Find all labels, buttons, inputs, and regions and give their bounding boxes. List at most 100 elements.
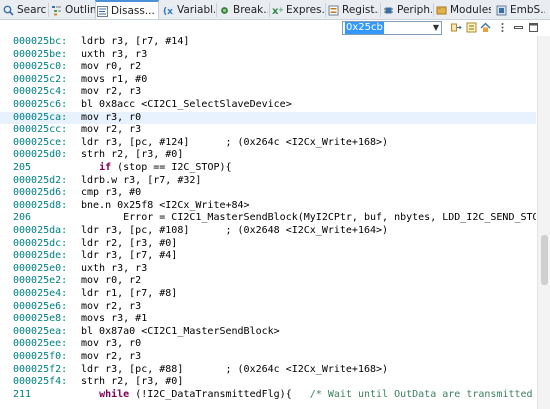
instruction-text: bl 0x87a0 <CI2C1_MasterSendBlock> [81, 325, 280, 337]
source-indent [81, 389, 99, 400]
instruction-row[interactable]: 000025e4: ldr r1, [r7, #8] [0, 288, 536, 300]
link-icon [451, 23, 462, 31]
instruction-text: mov r2, r3 [81, 351, 142, 362]
instruction-address: 000025e0: [13, 262, 68, 274]
instruction-text: mov r3, r0 [81, 338, 142, 350]
maximize-button[interactable] [527, 20, 540, 34]
view-menu-button[interactable] [496, 20, 509, 34]
search-icon [2, 4, 14, 16]
instruction-row[interactable]: 000025de: ldr r3, [r7, #4] [0, 250, 536, 262]
instruction-row[interactable]: 000025f2: ldr r3, [pc, #88] ; (0x264c <I2… [0, 364, 536, 376]
source-line-row[interactable]: 206 Error = CI2C1_MasterSendBlock(MyI2CP… [0, 212, 536, 224]
instruction-row[interactable]: 000025ca: mov r3, r0 [0, 111, 536, 124]
source-keyword: if [99, 162, 112, 173]
instruction-text: ldr r2, [r3, #0] [81, 237, 178, 249]
instruction-address: 000025c2: [13, 73, 68, 85]
instruction-text: mov r2, r3 [81, 300, 142, 312]
link-with-editor-button[interactable] [450, 20, 463, 34]
view-tab-bar: Search Outline Disass... ✕ (x) Variabl..… [0, 0, 550, 20]
source-line-number: 205 [13, 162, 32, 173]
instruction-row[interactable]: 000025ea: bl 0x87a0 <CI2C1_MasterSendBloc… [0, 326, 536, 338]
tab-breakpoints[interactable]: Break... [218, 0, 268, 19]
instruction-row[interactable]: 000025ee: mov r3, r0 [0, 338, 536, 350]
instruction-row[interactable]: 000025c2: movs r1, #0 [0, 74, 536, 86]
instruction-row[interactable]: 000025be: uxth r3, r3 [0, 49, 536, 61]
instruction-row[interactable]: 000025e0: uxth r3, r3 [0, 263, 536, 275]
instruction-text: strh r2, [r3, #0] [81, 149, 184, 161]
tab-label: Outline [65, 4, 95, 16]
instruction-address: 000025d0: [13, 149, 68, 161]
tab-expressions[interactable]: x+ Expres... [271, 0, 325, 19]
toggle-source-button[interactable] [465, 20, 478, 34]
tab-label: Modules [450, 4, 491, 16]
instruction-row[interactable]: 000025c6: bl 0x8acc <CI2C1_SelectSlaveDev… [0, 99, 536, 111]
instruction-text: movs r1, #0 [81, 73, 148, 85]
tab-disassembly[interactable]: Disass... ✕ [95, 0, 159, 19]
tab-embsys[interactable]: EmbS... [495, 0, 545, 19]
address-input-value[interactable]: 0x25cb [345, 22, 384, 34]
instruction-address: 000025e4: [13, 288, 68, 299]
scrollbar-thumb[interactable] [541, 235, 548, 285]
instruction-address: 000025da: [13, 225, 68, 236]
instruction-text: ldrb.w r3, [r7, #32] [81, 174, 202, 186]
svg-text:(x): (x) [163, 7, 174, 16]
tab-label: Break... [233, 4, 268, 16]
instruction-row[interactable]: 000025f0: mov r2, r3 [0, 351, 536, 363]
instruction-address: 000025f0: [13, 351, 68, 362]
instruction-address: 000025c6: [13, 99, 68, 110]
instruction-text: ldr r1, [r7, #8] [81, 288, 178, 299]
source-icon [466, 22, 477, 32]
peripherals-icon [382, 4, 394, 16]
instruction-row[interactable]: 000025cc: mov r2, r3 [0, 124, 536, 136]
instruction-row[interactable]: 000025ce: ldr r3, [pc, #124] ; (0x264c <I… [0, 137, 536, 149]
tab-search[interactable]: Search [2, 0, 47, 19]
tab-label: Periph... [397, 4, 432, 16]
disassembly-view[interactable]: 000025bc: ldrb r3, [r7, #14] 000025be: uxth… [0, 36, 536, 409]
minimize-button[interactable] [512, 20, 525, 34]
source-code: Error = CI2C1_MasterSendBlock(MyI2CPtr, … [81, 212, 536, 224]
go-to-pc-button[interactable] [479, 20, 492, 34]
tab-outline[interactable]: Outline [50, 0, 95, 19]
instruction-address: 000025de: [13, 250, 68, 262]
instruction-address: 000025e8: [13, 313, 68, 325]
instruction-text: strh r2, [r3, #0] [81, 376, 184, 388]
instruction-row[interactable]: 000025e2: mov r0, r2 [0, 275, 536, 287]
instruction-address: 000025ea: [13, 325, 68, 337]
source-line-row[interactable]: 211 while (!I2C_DataTransmittedFlg){ /* … [0, 389, 536, 401]
instruction-address: 000025f4: [13, 376, 68, 388]
breakpoints-icon [218, 4, 230, 16]
source-line-text: while (!I2C_DataTransmittedFlg){ /* Wait… [81, 389, 536, 401]
instruction-row[interactable]: 000025da: ldr r3, [pc, #108] ; (0x2648 <I… [0, 225, 536, 237]
tab-label: Regist... [342, 4, 379, 16]
registers-icon [327, 4, 339, 16]
instruction-text: movs r3, #1 [81, 313, 148, 325]
instruction-row[interactable]: 000025bc: ldrb r3, [r7, #14] [0, 36, 536, 48]
variables-icon: (x) [162, 4, 174, 16]
instruction-row[interactable]: 000025c0: mov r0, r2 [0, 61, 536, 73]
instruction-text: ldr r3, [pc, #88] ; (0x264c <I2Cx_Write+… [81, 363, 389, 375]
tab-variables[interactable]: (x) Variabl... [162, 0, 216, 19]
instruction-address: 000025ca: [13, 111, 68, 123]
tab-modules[interactable]: Modules [435, 0, 491, 19]
instruction-row[interactable]: 000025d0: strh r2, [r3, #0] [0, 149, 536, 161]
tab-registers[interactable]: Regist... [327, 0, 379, 19]
instruction-row[interactable]: 000025dc: ldr r2, [r3, #0] [0, 238, 536, 250]
embsys-icon [495, 4, 507, 16]
instruction-row[interactable]: 000025d6: cmp r3, #0 [0, 187, 536, 199]
instruction-row[interactable]: 000025f4: strh r2, [r3, #0] [0, 376, 536, 388]
tab-label: EmbS... [510, 4, 545, 16]
instruction-row[interactable]: 000025c4: mov r2, r3 [0, 86, 536, 98]
instruction-row[interactable]: 000025d8: bne.n 0x25f8 <I2Cx_Write+84> [0, 200, 536, 212]
view-menu-icon [501, 22, 504, 32]
tab-peripherals[interactable]: Periph... [382, 0, 432, 19]
address-input[interactable]: 0x25cb ▼ [342, 21, 442, 35]
instruction-address: 000025f2: [13, 363, 68, 375]
home-icon [480, 22, 491, 32]
chevron-down-icon[interactable]: ▼ [433, 22, 439, 34]
vertical-scrollbar[interactable] [537, 36, 550, 409]
instruction-row[interactable]: 000025e8: movs r3, #1 [0, 313, 536, 325]
instruction-address: 000025e2: [13, 275, 68, 287]
instruction-row[interactable]: 000025e6: mov r2, r3 [0, 301, 536, 313]
instruction-row[interactable]: 000025d2: ldrb.w r3, [r7, #32] [0, 175, 536, 187]
source-line-row[interactable]: 205 if (stop == I2C_STOP){ [0, 162, 536, 174]
